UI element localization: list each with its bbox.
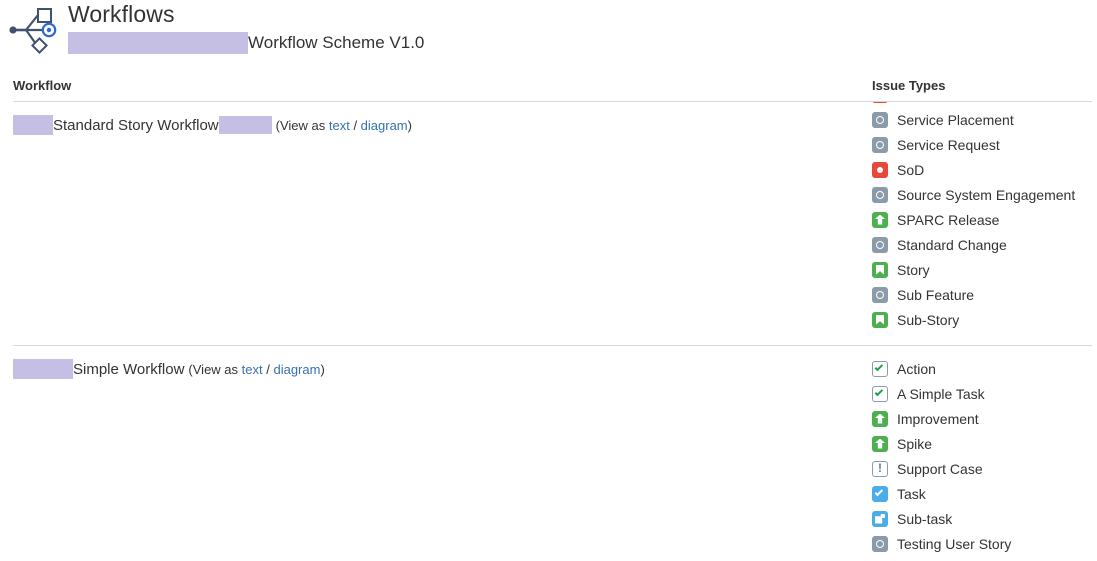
view-as-prefix: (View as — [188, 361, 242, 377]
view-as-diagram-link[interactable]: diagram — [361, 118, 408, 133]
list-item[interactable]: Spike — [872, 431, 1097, 456]
issue-types-scroll-inner: Service Placement Service Request SoD So… — [872, 102, 1097, 332]
issue-type-label: Testing User Story — [897, 535, 1012, 552]
issue-type-label: Sub Feature — [897, 286, 975, 303]
view-as-diagram-link[interactable]: diagram — [273, 362, 320, 377]
redacted-prefix — [13, 115, 53, 135]
green-bookmark-icon — [872, 261, 888, 278]
scheme-name: Workflow Scheme V1.0 — [248, 33, 425, 52]
exclamation-icon — [872, 460, 888, 477]
view-as-separator: / — [262, 361, 274, 377]
view-as-suffix: ) — [320, 361, 325, 377]
list-item[interactable]: Service Placement — [872, 107, 1097, 132]
issue-type-label: Sub-Story — [897, 311, 960, 328]
list-item[interactable]: Task — [872, 481, 1097, 506]
issue-type-label: SPARC Release — [897, 211, 1000, 228]
list-item[interactable]: SoD — [872, 157, 1097, 182]
issue-type-label: Support Case — [897, 460, 983, 477]
column-header-workflow: Workflow — [13, 78, 72, 93]
red-dot-icon — [872, 161, 888, 178]
list-item[interactable]: Service Request — [872, 132, 1097, 157]
workflow-name-cell: Simple Workflow (View as text / diagram) — [13, 359, 325, 379]
gray-circle-icon — [872, 236, 888, 253]
green-bookmark-icon — [872, 311, 888, 328]
issue-type-label: Task — [897, 485, 926, 502]
issue-type-label — [897, 102, 901, 103]
issue-type-label: Improvement — [897, 410, 979, 427]
list-item[interactable]: Sub-task — [872, 506, 1097, 531]
scheme-line: Workflow Scheme V1.0 — [68, 31, 424, 55]
blue-check-icon — [872, 485, 888, 502]
red-dot-icon — [872, 102, 888, 103]
view-as-prefix: (View as — [275, 117, 329, 133]
issue-type-label: SoD — [897, 161, 925, 178]
list-item[interactable]: A Simple Task — [872, 381, 1097, 406]
outline-check-icon — [872, 360, 888, 377]
issue-types-list[interactable]: Action A Simple Task Improvement Spike S… — [872, 356, 1097, 561]
workflow-scheme-icon — [4, 4, 60, 56]
list-item[interactable]: Source System Engagement — [872, 182, 1097, 207]
list-item[interactable]: Story — [872, 257, 1097, 282]
view-as-suffix: ) — [407, 117, 412, 133]
gray-circle-icon — [872, 286, 888, 303]
list-item[interactable]: Support Case — [872, 456, 1097, 481]
redacted-scheme-prefix — [68, 32, 248, 54]
workflow-name: Standard Story Workflow — [53, 116, 219, 134]
page-title: Workflows — [68, 1, 175, 27]
issue-type-label: A Simple Task — [897, 385, 985, 402]
list-item[interactable]: Testing User Story — [872, 531, 1097, 556]
page-header: Workflows Workflow Scheme V1.0 — [0, 0, 1097, 70]
workflow-name: Simple Workflow — [73, 360, 185, 378]
list-item[interactable]: Sub Feature — [872, 282, 1097, 307]
workflow-name-cell: Standard Story Workflow (View as text / … — [13, 115, 412, 135]
view-as-text-link[interactable]: text — [329, 118, 350, 133]
green-up-arrow-icon — [872, 435, 888, 452]
outline-check-icon — [872, 385, 888, 402]
issue-type-label: Service Placement — [897, 111, 1014, 128]
green-up-arrow-icon — [872, 410, 888, 427]
issue-type-label: Story — [897, 261, 930, 278]
gray-circle-icon — [872, 186, 888, 203]
list-item[interactable]: Improvement — [872, 406, 1097, 431]
issue-type-label: Spike — [897, 435, 933, 452]
table-row: Simple Workflow (View as text / diagram)… — [0, 346, 1097, 561]
list-item[interactable]: Sub-Story — [872, 307, 1097, 332]
list-item[interactable]: Action — [872, 356, 1097, 381]
redacted-prefix — [13, 359, 73, 379]
issue-type-label: Sub-task — [897, 510, 953, 527]
green-up-arrow-icon — [872, 211, 888, 228]
view-as-text-link[interactable]: text — [242, 362, 263, 377]
gray-circle-icon — [872, 136, 888, 153]
issue-type-label: Source System Engagement — [897, 186, 1076, 203]
issue-types-list[interactable]: Service Placement Service Request SoD So… — [872, 102, 1097, 345]
gray-circle-icon — [872, 535, 888, 552]
view-as-group: (View as text / diagram) — [188, 362, 324, 377]
list-item[interactable]: SPARC Release — [872, 207, 1097, 232]
view-as-group: (View as text / diagram) — [276, 118, 412, 133]
issue-type-label: Action — [897, 360, 936, 377]
issue-type-label: Standard Change — [897, 236, 1007, 253]
blue-subtask-icon — [872, 510, 888, 527]
view-as-separator: / — [349, 117, 361, 133]
list-item[interactable]: Standard Change — [872, 232, 1097, 257]
redacted-suffix — [218, 116, 272, 134]
column-header-issue-types: Issue Types — [872, 78, 946, 93]
issue-type-label: Service Request — [897, 136, 1000, 153]
table-column-headers: Workflow Issue Types — [0, 78, 1097, 102]
gray-circle-icon — [872, 111, 888, 128]
table-row: Standard Story Workflow (View as text / … — [0, 102, 1097, 345]
